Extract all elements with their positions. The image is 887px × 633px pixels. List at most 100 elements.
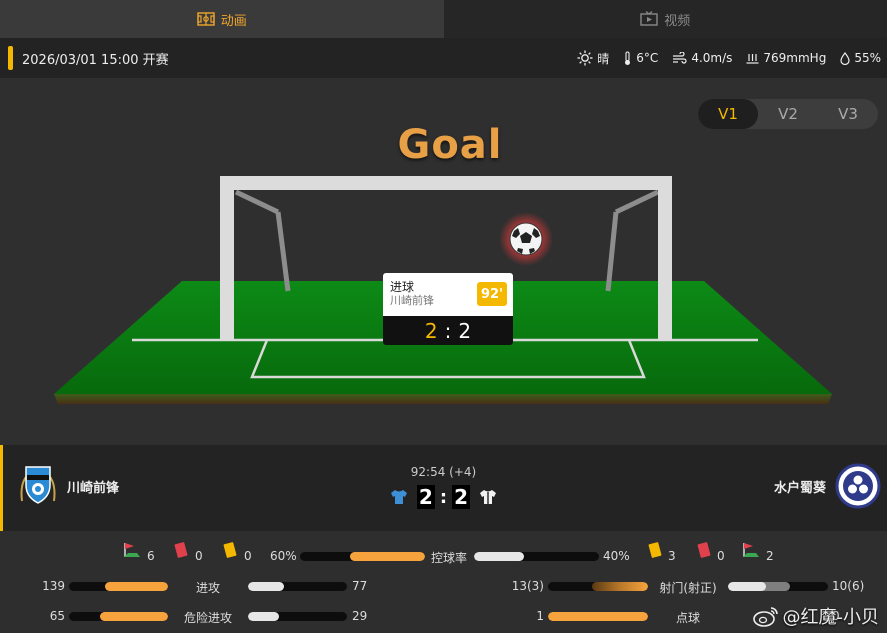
goal-post-left: [220, 176, 234, 340]
match-info-bar: 2026/03/01 15:00 开赛 晴 6°C 4.0m/s 769mmHg…: [0, 38, 887, 78]
kickoff-time: 2026/03/01 15:00 开赛: [22, 52, 169, 68]
possession-label: 控球率: [430, 551, 467, 565]
wind-text: 4.0m/s: [691, 51, 733, 65]
home-red-card-icon: [174, 542, 188, 558]
away-team[interactable]: 水户蜀葵: [774, 463, 881, 509]
stat-attacks-away-fill: [248, 582, 284, 591]
pressure-text: 769mmHg: [763, 51, 827, 65]
away-possession-bar: [474, 552, 599, 561]
home-possession-fill: [350, 552, 425, 561]
weather-text: 晴: [597, 51, 610, 66]
back-post-right: [605, 211, 619, 292]
away-possession: 40%: [603, 549, 630, 563]
event-away-score: 2: [458, 318, 472, 343]
stat-shots-away-bar: [728, 582, 828, 591]
away-possession-fill: [474, 552, 524, 561]
pressure-icon: [746, 54, 759, 64]
pitch-icon: [197, 12, 215, 26]
pressure: 769mmHg: [746, 51, 826, 65]
stat-penalties-home: 1: [536, 609, 544, 623]
tv-icon: [640, 11, 658, 26]
version-v1[interactable]: V1: [698, 99, 758, 129]
goal-crossbar: [220, 176, 672, 190]
home-possession: 60%: [270, 549, 297, 563]
away-corner-flag-icon: [743, 543, 759, 557]
home-possession-bar: [300, 552, 425, 561]
away-team-crest-icon: [835, 463, 881, 509]
event-minute-badge: 92': [477, 282, 507, 306]
score-sep: :: [439, 486, 448, 508]
back-post-left: [275, 211, 291, 292]
version-v3[interactable]: V3: [818, 99, 878, 129]
stat-shots-away: 10(6): [832, 579, 865, 593]
stat-attacks-home-fill: [104, 582, 168, 591]
scoreboard: 川崎前锋 92:54 (+4) 2 : 2 水户蜀葵: [0, 445, 887, 531]
stat-dangerous-away-fill: [248, 612, 279, 621]
stat-dangerous-home: 65: [49, 609, 65, 623]
accent-marker: [8, 46, 13, 70]
tab-animation[interactable]: 动画: [0, 0, 444, 38]
back-bar-right: [614, 189, 660, 215]
stat-shots-home-fill: [592, 582, 648, 591]
soccer-ball-icon: [509, 222, 543, 256]
humidity-text: 55%: [854, 51, 881, 65]
stat-dangerous-home-bar: [69, 612, 168, 621]
stat-dangerous-label: 危险进攻: [183, 611, 232, 625]
stat-attacks-away-bar: [248, 582, 347, 591]
weather-panel: 晴 6°C 4.0m/s 769mmHg 55%: [577, 38, 881, 78]
home-corner-flag-icon: [124, 543, 140, 557]
stat-penalties-home-fill: [548, 612, 648, 621]
away-red-card-icon: [697, 542, 711, 558]
animation-stage: Goal V1 V2 V3 进球 川崎前锋 92' 2 : 2: [0, 78, 887, 445]
wind: 4.0m/s: [672, 51, 732, 65]
stat-attacks-home: 139: [42, 579, 65, 593]
droplet-icon: [840, 51, 850, 65]
stat-dangerous-away-bar: [248, 612, 347, 621]
event-card-header: 进球 川崎前锋 92': [383, 273, 513, 316]
home-jersey-icon: [390, 490, 407, 504]
view-tabs: 动画 视频: [0, 0, 887, 38]
home-red-cards: 0: [195, 549, 203, 563]
match-stats: 6 0 0 60% 控球率 40% 3 0 2 139 进攻 77 65 危险进…: [0, 531, 887, 633]
version-v2[interactable]: V2: [758, 99, 818, 129]
stat-attacks-home-bar: [69, 582, 168, 591]
away-score: 2: [452, 485, 471, 509]
temperature-text: 6°C: [636, 51, 659, 65]
watermark-text: @红魔-小贝: [782, 607, 880, 628]
away-red-cards: 0: [717, 549, 725, 563]
home-corners: 6: [147, 549, 155, 563]
stat-penalties-home-bar: [548, 612, 648, 621]
stat-shots-home: 13(3): [511, 579, 544, 593]
match-score: 2 : 2: [0, 485, 887, 509]
stat-shots-away-fill: [728, 582, 766, 591]
away-corners: 2: [766, 549, 774, 563]
away-team-name: 水户蜀葵: [773, 480, 826, 496]
event-card: 进球 川崎前锋 92' 2 : 2: [383, 273, 513, 345]
wind-icon: [673, 51, 687, 64]
stat-shots-home-bar: [548, 582, 648, 591]
stat-dangerous-home-fill: [99, 612, 168, 621]
event-home-score: 2: [424, 318, 438, 343]
match-clock: 92:54 (+4): [410, 465, 477, 479]
stat-attacks-label: 进攻: [195, 581, 220, 595]
stat-attacks-away: 77: [352, 579, 368, 593]
event-score-sep: :: [444, 318, 452, 343]
home-yellow-cards: 0: [244, 549, 252, 563]
stat-shots-label: 射门(射正): [659, 581, 717, 595]
stat-dangerous-away: 29: [352, 609, 368, 623]
away-yellow-cards: 3: [668, 549, 676, 563]
away-yellow-card-icon: [648, 542, 662, 558]
tab-video-label: 视频: [664, 13, 691, 29]
back-bar-left: [234, 189, 280, 215]
tab-video[interactable]: 视频: [444, 0, 887, 38]
weibo-logo-icon: [752, 607, 778, 627]
humidity: 55%: [840, 51, 881, 65]
temperature: 6°C: [623, 50, 659, 66]
home-score: 2: [416, 485, 435, 509]
stat-penalties-label: 点球: [675, 611, 700, 625]
event-score: 2 : 2: [383, 316, 513, 345]
goal-post-right: [658, 176, 672, 340]
thermometer-icon: [625, 50, 631, 65]
version-switcher: V1 V2 V3: [698, 99, 878, 129]
sun-icon: [577, 50, 593, 66]
